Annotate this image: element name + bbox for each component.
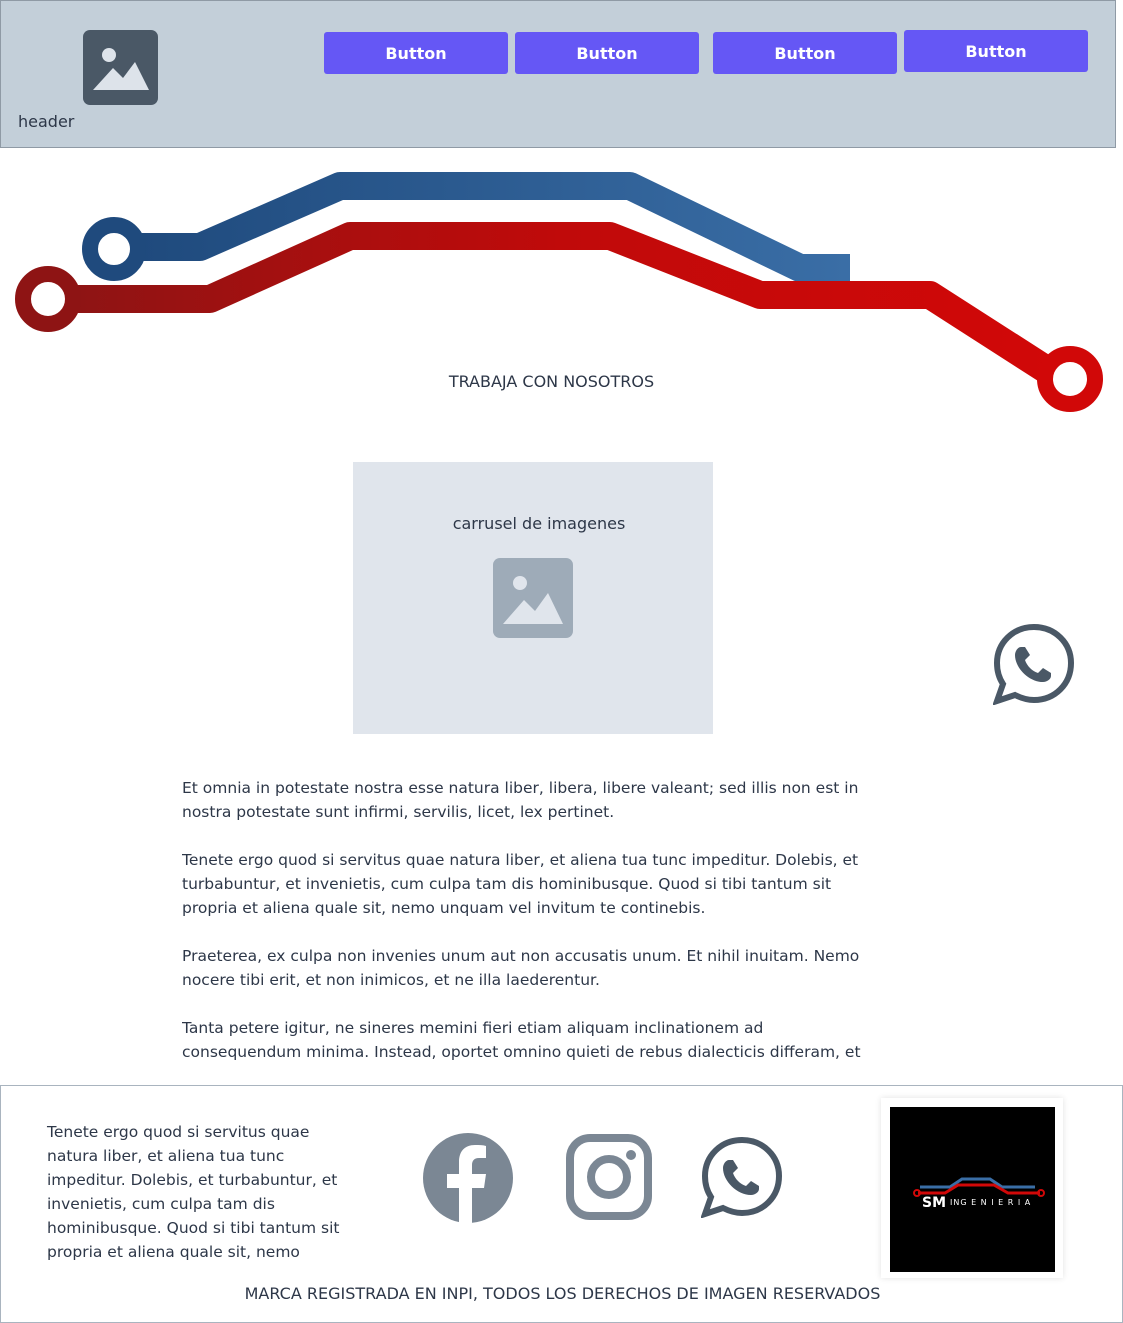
whatsapp-float-icon[interactable]	[993, 623, 1075, 705]
paragraph: Tanta petere igitur, ne sineres memini f…	[182, 1019, 861, 1061]
whatsapp-icon[interactable]	[701, 1136, 783, 1218]
nav-button-4[interactable]: Button	[904, 30, 1088, 72]
nav-button-2[interactable]: Button	[515, 32, 699, 74]
brand-logo-card[interactable]: SM ING E N I E R I A	[881, 1098, 1063, 1278]
logo-image-placeholder-icon[interactable]	[83, 30, 158, 105]
paragraph: Praeterea, ex culpa non invenies unum au…	[182, 947, 860, 989]
body-text: Et omnia in potestate nostra esse natura…	[182, 776, 862, 1072]
nav-button-3[interactable]: Button	[713, 32, 897, 74]
paragraph: Tenete ergo quod si servitus quae natura…	[182, 851, 859, 917]
footer-text: Tenete ergo quod si servitus quae natura…	[47, 1123, 340, 1261]
image-carousel[interactable]: carrusel de imagenes	[353, 462, 713, 734]
footer-legal: MARCA REGISTRADA EN INPI, TODOS LOS DERE…	[244, 1284, 881, 1303]
paragraph: Et omnia in potestate nostra esse natura…	[182, 779, 859, 821]
header-label: header	[18, 112, 75, 131]
instagram-icon[interactable]	[566, 1134, 652, 1220]
brand-text: ING E N I E R I A	[950, 1198, 1031, 1207]
carousel-label: carrusel de imagenes	[452, 514, 626, 533]
facebook-icon[interactable]	[422, 1132, 514, 1224]
brand-mark: SM	[922, 1195, 946, 1211]
nav-button-1[interactable]: Button	[324, 32, 508, 74]
section-title: TRABAJA CON NOSOTROS	[448, 372, 655, 391]
image-placeholder-icon	[493, 558, 573, 638]
header: header Button Button Button Button	[0, 0, 1116, 148]
brand-logo: SM ING E N I E R I A	[890, 1107, 1055, 1272]
footer: Tenete ergo quod si servitus quae natura…	[0, 1085, 1123, 1323]
